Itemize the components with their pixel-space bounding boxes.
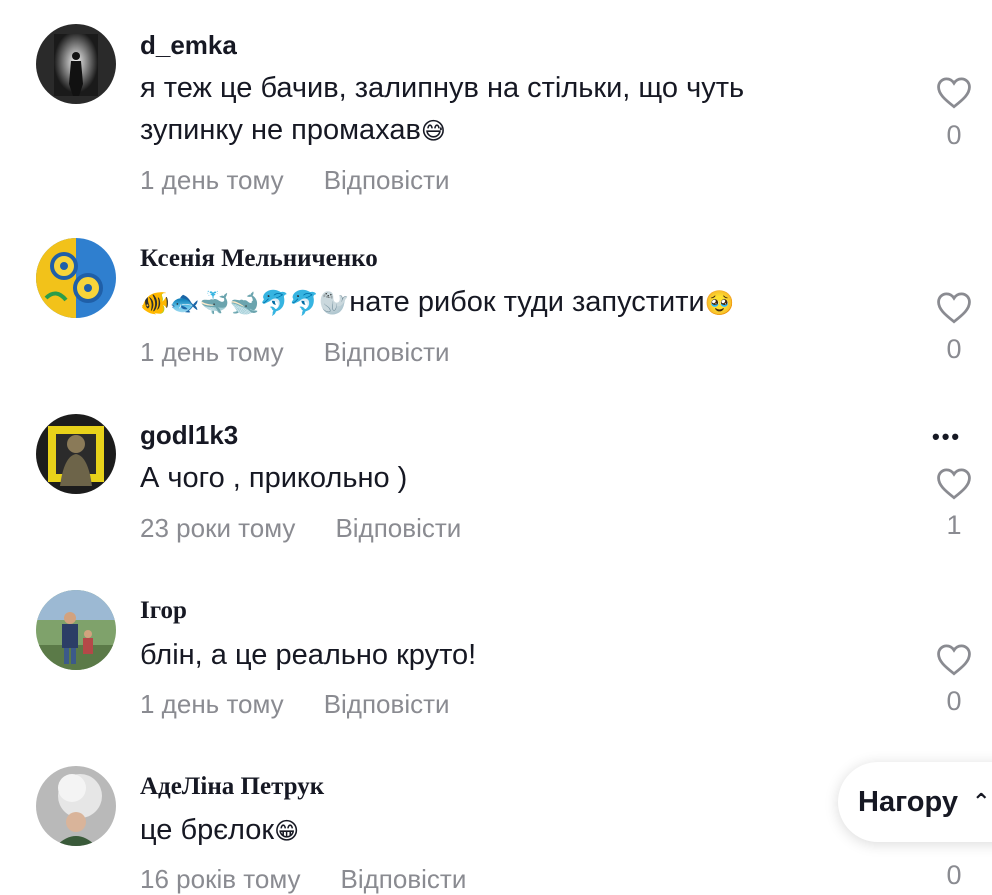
heart-icon	[937, 292, 971, 324]
comment-meta: 1 день тому Відповісти	[140, 689, 450, 720]
like-button[interactable]	[934, 642, 974, 676]
emoji: 😁	[274, 817, 300, 845]
like-count: 1	[946, 510, 962, 540]
avatar[interactable]	[36, 766, 116, 846]
comment-time: 1 день тому	[140, 165, 284, 195]
like-count: 0	[946, 860, 962, 890]
comment-username[interactable]: АдеЛіна Петрук	[140, 773, 324, 801]
reply-button[interactable]: Відповісти	[335, 513, 461, 543]
avatar[interactable]	[36, 238, 116, 318]
heart-icon	[937, 468, 971, 500]
comment-meta: 1 день тому Відповісти	[140, 337, 450, 368]
like-button[interactable]	[934, 290, 974, 324]
comment-text-line: зупинку не промахав	[140, 114, 421, 146]
comment-text-line: А чого , прикольно )	[140, 462, 408, 494]
like-button[interactable]	[934, 466, 974, 500]
back-to-top-button[interactable]: Нагору ⌃	[838, 762, 992, 842]
comment-time: 1 день тому	[140, 689, 284, 719]
comment-username[interactable]: Ксенія Мельниченко	[140, 245, 378, 273]
emoji: 😅	[420, 117, 446, 145]
like-count: 0	[946, 334, 962, 364]
comment-text: я теж це бачив, залипнув на стільки, що …	[140, 67, 880, 152]
like-count: 0	[946, 686, 962, 716]
reply-button[interactable]: Відповісти	[324, 337, 450, 367]
emoji: 🥹	[704, 289, 735, 317]
comment-text: А чого , прикольно )	[140, 457, 880, 499]
reply-button[interactable]: Відповісти	[324, 165, 450, 195]
heart-icon	[937, 644, 971, 676]
comment-username[interactable]: godl1k3	[140, 420, 238, 451]
avatar[interactable]	[36, 414, 116, 494]
comment-time: 1 день тому	[140, 337, 284, 367]
comment-text: блін, а це реально круто!	[140, 634, 880, 676]
comment-text-line: це брєлок	[140, 814, 275, 846]
comment-text-line: я теж це бачив, залипнув на стільки, що …	[140, 72, 745, 104]
comment-username[interactable]: d_emka	[140, 30, 237, 61]
comment-text: 🐠🐟🐳🐋🐬🐬🦭нате рибок туди запустити🥹	[140, 281, 880, 324]
heart-icon	[937, 77, 971, 109]
comment-time: 16 років тому	[140, 864, 301, 894]
back-to-top-label: Нагору	[858, 785, 958, 818]
comment-text-line: блін, а це реально круто!	[140, 639, 477, 671]
avatar[interactable]	[36, 24, 116, 104]
comment-meta: 1 день тому Відповісти	[140, 165, 450, 196]
reply-button[interactable]: Відповісти	[324, 689, 450, 719]
comment-username[interactable]: Ігор	[140, 597, 187, 625]
comment-meta: 16 років тому Відповісти	[140, 864, 466, 895]
emoji: 🐠🐟🐳🐋🐬🐬🦭	[140, 289, 350, 317]
like-button[interactable]	[934, 75, 974, 109]
avatar[interactable]	[36, 590, 116, 670]
reply-button[interactable]: Відповісти	[341, 864, 467, 894]
more-options-button[interactable]: •••	[932, 424, 961, 450]
comment-time: 23 роки тому	[140, 513, 296, 543]
comment-meta: 23 роки тому Відповісти	[140, 513, 461, 544]
comment-text: це брєлок😁	[140, 809, 880, 852]
chevron-up-icon: ⌃	[971, 789, 991, 814]
like-count: 0	[946, 120, 962, 150]
comment-text-line: нате рибок туди запустити	[349, 286, 705, 318]
